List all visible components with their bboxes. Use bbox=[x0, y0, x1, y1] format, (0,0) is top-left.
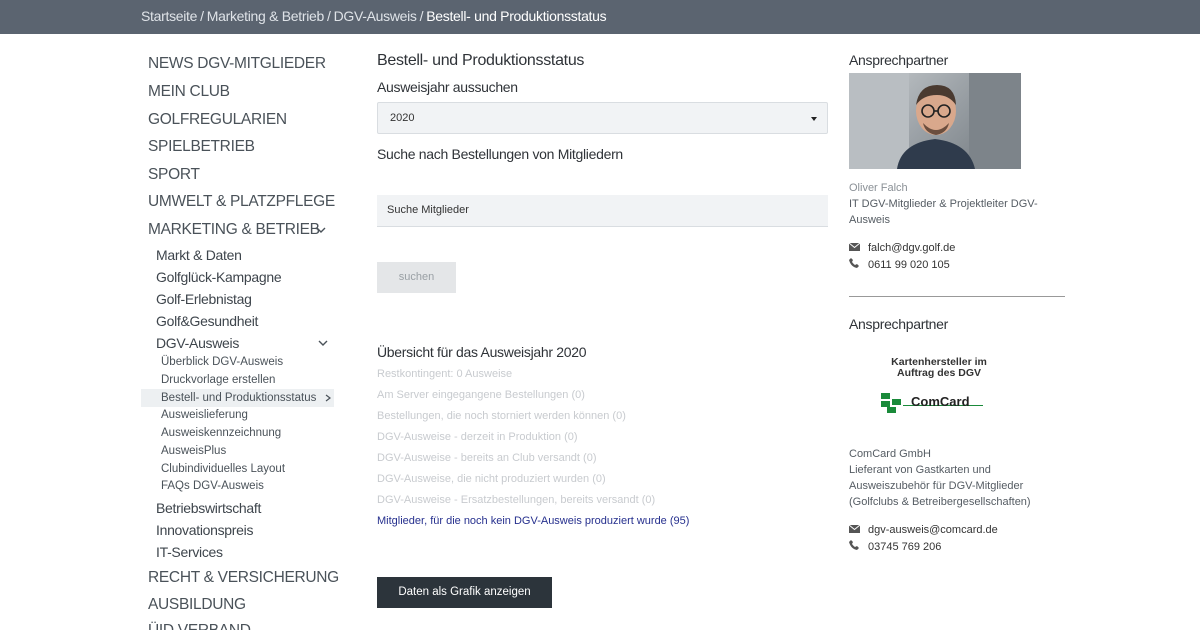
breadcrumb-link-marketing[interactable]: Marketing & Betrieb bbox=[207, 8, 325, 24]
sidebar-item-ausweislieferung[interactable]: Ausweislieferung bbox=[161, 409, 248, 421]
sidebar-item-faqs[interactable]: FAQs DGV-Ausweis bbox=[161, 480, 264, 492]
sidebar-item-verband[interactable]: ÜID VERBAND bbox=[148, 622, 251, 630]
breadcrumb-current: Bestell- und Produktionsstatus bbox=[426, 8, 607, 24]
sidebar-item-golfglueck[interactable]: Golfglück-Kampagne bbox=[156, 269, 282, 285]
company-description: Lieferant von Gastkarten und Ausweiszube… bbox=[849, 464, 1031, 508]
breadcrumb-separator: / bbox=[200, 8, 204, 24]
stat-not-produced: DGV-Ausweise, die nicht produziert wurde… bbox=[377, 473, 606, 485]
chevron-down-icon[interactable] bbox=[316, 225, 326, 235]
logo-brand: ComCard bbox=[911, 394, 970, 409]
sidebar-item-recht[interactable]: RECHT & VERSICHERUNG bbox=[148, 569, 339, 587]
overview-title: Übersicht für das Ausweisjahr 2020 bbox=[377, 344, 587, 360]
breadcrumb: Startseite / Marketing & Betrieb / DGV-Auswe… bbox=[141, 8, 607, 24]
contact-heading: Ansprechpartner bbox=[849, 52, 949, 68]
contact-photo bbox=[849, 73, 1021, 169]
contact-phone: 0611 99 020 105 bbox=[868, 259, 950, 271]
sidebar-item-mein-club[interactable]: MEIN CLUB bbox=[148, 83, 230, 101]
stat-restkontingent: Restkontingent: 0 Ausweise bbox=[377, 368, 513, 380]
member-search-placeholder: Suche Mitglieder bbox=[387, 204, 469, 216]
member-search-input[interactable]: Suche Mitglieder bbox=[377, 195, 828, 227]
sidebar-item-markt-daten[interactable]: Markt & Daten bbox=[156, 247, 242, 263]
show-chart-button[interactable]: Daten als Grafik anzeigen bbox=[377, 577, 552, 608]
sidebar-item-ausweisplus[interactable]: AusweisPlus bbox=[161, 445, 226, 457]
stat-server-orders: Am Server eingegangene Bestellungen (0) bbox=[377, 389, 585, 401]
year-select[interactable]: 2020 bbox=[377, 102, 828, 134]
phone-icon bbox=[849, 258, 861, 271]
comcard-logo: Kartenhersteller im Auftrag des DGV ComC… bbox=[881, 357, 991, 423]
contact-email-row: falch@dgv.golf.de bbox=[848, 242, 955, 254]
phone-icon bbox=[849, 540, 861, 553]
caret-down-icon bbox=[811, 117, 817, 121]
sidebar-item-druckvorlage[interactable]: Druckvorlage erstellen bbox=[161, 374, 275, 386]
section-divider bbox=[849, 296, 1065, 297]
search-heading: Suche nach Bestellungen von Mitgliedern bbox=[377, 146, 623, 162]
page-title: Bestell- und Produktionsstatus bbox=[377, 52, 585, 69]
contact2-phone-row: 03745 769 206 bbox=[849, 540, 941, 553]
sidebar-item-dgv-ausweis[interactable]: DGV-Ausweis bbox=[156, 335, 239, 351]
sidebar-item-spielbetrieb[interactable]: SPIELBETRIEB bbox=[148, 138, 255, 156]
contact2-heading: Ansprechpartner bbox=[849, 316, 949, 332]
top-bar: Startseite / Marketing & Betrieb / DGV-Auswe… bbox=[0, 0, 1200, 34]
sidebar-item-ausweiskennzeichnung[interactable]: Ausweiskennzeichnung bbox=[161, 427, 281, 439]
contact-phone-row: 0611 99 020 105 bbox=[849, 258, 950, 271]
sidebar-item-bestellstatus[interactable]: Bestell- und Produktionsstatus bbox=[161, 392, 316, 404]
sidebar-item-layout[interactable]: Clubindividuelles Layout bbox=[161, 463, 285, 475]
stat-in-production: DGV-Ausweise - derzeit in Produktion (0) bbox=[377, 431, 578, 443]
contact-email-link[interactable]: falch@dgv.golf.de bbox=[868, 242, 955, 254]
contact2-email-link[interactable]: dgv-ausweis@comcard.de bbox=[868, 524, 998, 536]
stat-shipped: DGV-Ausweise - bereits an Club versandt … bbox=[377, 452, 597, 464]
breadcrumb-separator: / bbox=[419, 8, 424, 24]
sidebar-item-golfregularien[interactable]: GOLFREGULARIEN bbox=[148, 111, 287, 129]
stat-cancelable: Bestellungen, die noch storniert werden … bbox=[377, 410, 626, 422]
envelope-icon bbox=[848, 524, 861, 536]
envelope-icon bbox=[848, 242, 861, 254]
breadcrumb-separator: / bbox=[326, 8, 331, 24]
search-button[interactable]: suchen bbox=[377, 262, 456, 293]
contact-name: Oliver Falch bbox=[849, 182, 908, 194]
contact2-email-row: dgv-ausweis@comcard.de bbox=[848, 524, 998, 536]
sidebar-item-sport[interactable]: SPORT bbox=[148, 166, 200, 184]
stat-replacement: DGV-Ausweise - Ersatzbestellungen, berei… bbox=[377, 494, 656, 506]
sidebar-item-news[interactable]: NEWS DGV-MITGLIEDER bbox=[148, 55, 326, 73]
chevron-down-icon[interactable] bbox=[318, 338, 328, 348]
sidebar-item-innovationspreis[interactable]: Innovationspreis bbox=[156, 522, 253, 538]
sidebar-item-ueberblick[interactable]: Überblick DGV-Ausweis bbox=[161, 356, 283, 368]
sidebar-item-betriebswirtschaft[interactable]: Betriebswirtschaft bbox=[156, 500, 261, 516]
sidebar-item-golf-erlebnistag[interactable]: Golf-Erlebnistag bbox=[156, 291, 252, 307]
chevron-right-icon bbox=[325, 394, 331, 402]
year-select-label: Ausweisjahr aussuchen bbox=[377, 79, 518, 95]
breadcrumb-link-home[interactable]: Startseite bbox=[141, 8, 197, 24]
contact2-phone: 03745 769 206 bbox=[868, 541, 942, 553]
sidebar-item-it-services[interactable]: IT-Services bbox=[156, 544, 223, 560]
year-select-value: 2020 bbox=[390, 112, 415, 124]
company-name: ComCard GmbH bbox=[849, 448, 931, 460]
breadcrumb-link-dgv-ausweis[interactable]: DGV-Ausweis bbox=[334, 8, 417, 24]
contact-role: IT DGV-Mitglieder & Projektleiter DGV-Au… bbox=[849, 198, 1038, 226]
sidebar-item-ausbildung[interactable]: AUSBILDUNG bbox=[148, 596, 246, 614]
sidebar-item-golf-gesundheit[interactable]: Golf&Gesundheit bbox=[156, 313, 258, 329]
stat-link-members-without-card[interactable]: Mitglieder, für die noch kein DGV-Auswei… bbox=[377, 515, 689, 527]
logo-title: Kartenhersteller im Auftrag des DGV bbox=[891, 356, 987, 379]
sidebar-item-marketing[interactable]: MARKETING & BETRIEB bbox=[148, 221, 320, 239]
sidebar-item-umwelt[interactable]: UMWELT & PLATZPFLEGE bbox=[148, 193, 335, 211]
